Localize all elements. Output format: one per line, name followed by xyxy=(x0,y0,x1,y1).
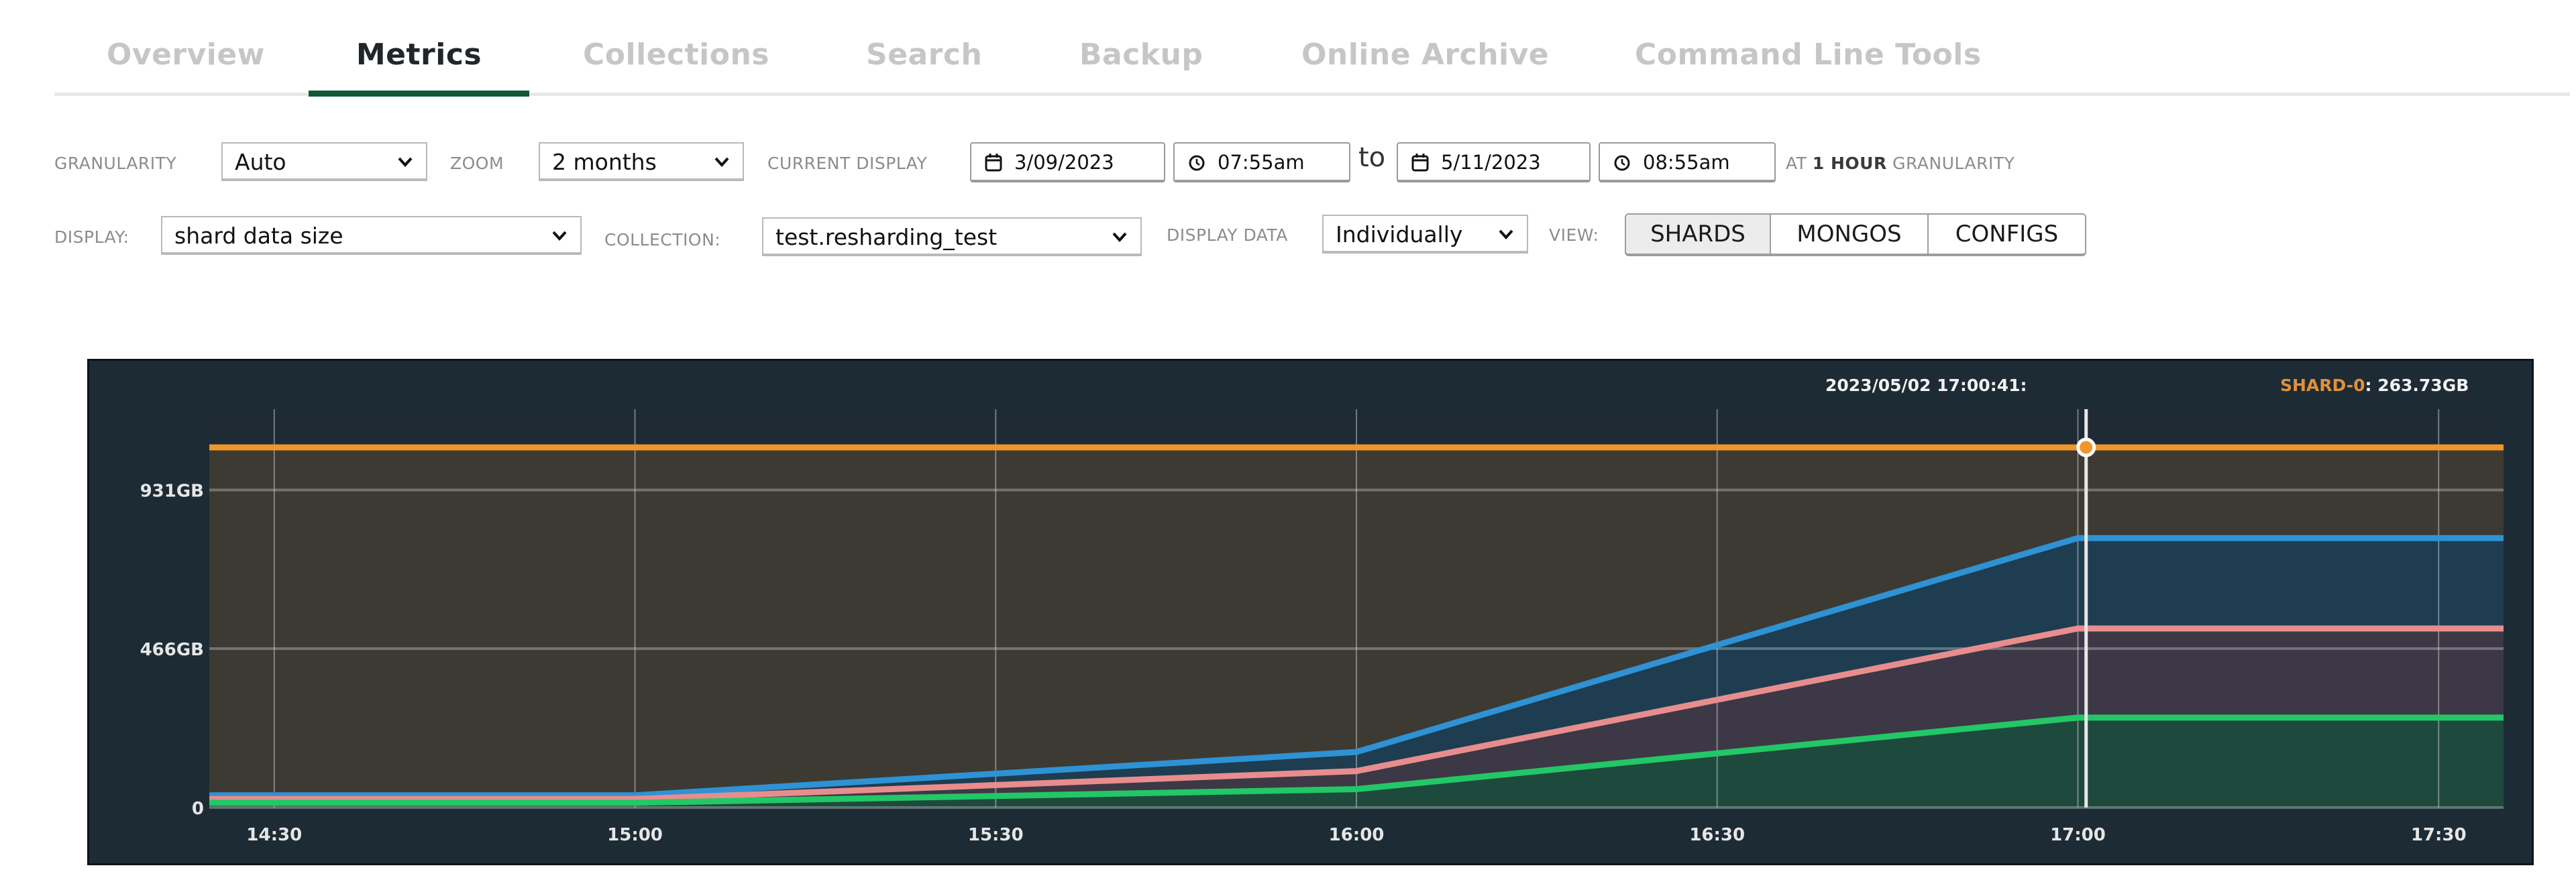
y-tick-label: 931GB xyxy=(140,482,204,502)
x-tick-label: 16:30 xyxy=(1689,825,1745,845)
hover-marker xyxy=(2076,437,2096,457)
y-tick-label: 0 xyxy=(192,799,204,819)
hover-value-readout: SHARD-0: 263.73GB xyxy=(2280,376,2469,395)
y-tick-label: 466GB xyxy=(140,640,204,660)
x-tick-label: 17:00 xyxy=(2050,825,2106,845)
x-tick-label: 15:00 xyxy=(607,825,663,845)
hover-timestamp: 2023/05/02 17:00:41: xyxy=(1825,376,2027,395)
hover-value: 263.73GB xyxy=(2377,376,2469,395)
x-tick-label: 14:30 xyxy=(246,825,302,845)
x-tick-label: 16:00 xyxy=(1329,825,1385,845)
hover-series-label: SHARD-0 xyxy=(2280,376,2365,395)
x-tick-label: 15:30 xyxy=(968,825,1024,845)
x-tick-label: 17:30 xyxy=(2411,825,2467,845)
chart-svg: 14:30 15:00 15:30 16:00 16:30 17:00 17:30 0 466G… xyxy=(140,409,2504,845)
hover-separator: : xyxy=(2365,376,2378,395)
